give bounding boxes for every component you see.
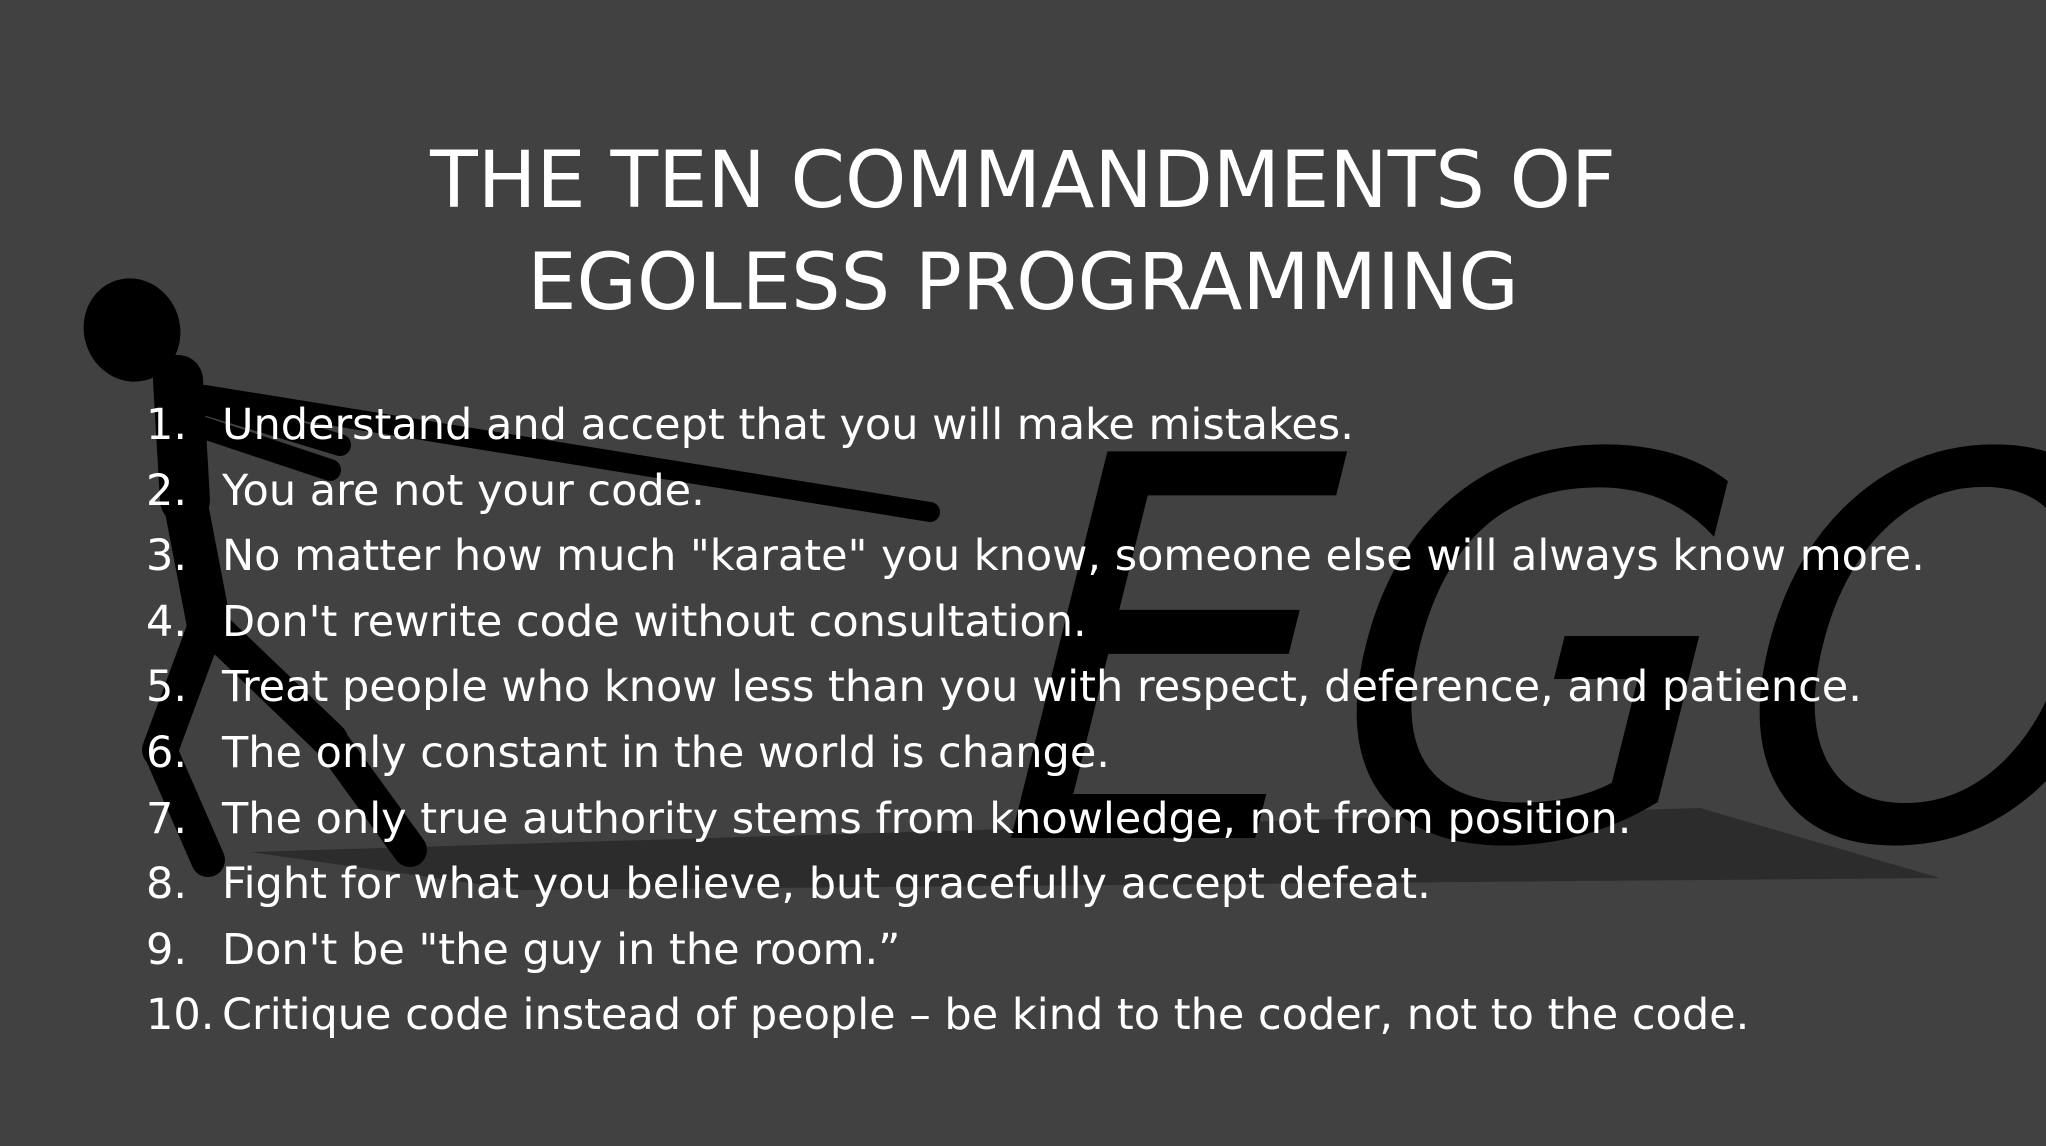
item-number: 2.	[146, 465, 188, 516]
item-text: Fight for what you believe, but graceful…	[222, 859, 1431, 910]
list-item: 6. The only constant in the world is chan…	[146, 721, 2026, 787]
list-item: 4. Don't rewrite code without consultatio…	[146, 590, 2026, 656]
item-number: 4.	[146, 596, 188, 647]
list-item: 1. Understand and accept that you will ma…	[146, 393, 2026, 459]
list-item: 9. Don't be "the guy in the room.”	[146, 918, 2026, 984]
item-text: The only true authority stems from knowl…	[222, 793, 1632, 844]
item-text: Treat people who know less than you with…	[222, 662, 1862, 713]
item-text: The only constant in the world is change…	[222, 727, 1110, 778]
list-item: 7. The only true authority stems from kno…	[146, 787, 2026, 853]
item-text: No matter how much "karate" you know, so…	[222, 531, 1925, 582]
item-number: 9.	[146, 924, 188, 975]
slide: EGO THE TEN COMMANDMENTS OF EGOLESS PROG…	[0, 0, 2046, 1146]
list-item: 3. No matter how much "karate" you know, …	[146, 524, 2026, 590]
item-text: Don't be "the guy in the room.”	[222, 924, 901, 975]
list-item: 8. Fight for what you believe, but gracef…	[146, 852, 2026, 918]
item-number: 3.	[146, 531, 188, 582]
item-text: Understand and accept that you will make…	[222, 400, 1354, 450]
item-number: 7.	[146, 793, 188, 844]
item-number: 8.	[146, 859, 188, 910]
list-item: 2. You are not your code.	[146, 459, 2026, 525]
item-text: You are not your code.	[222, 465, 705, 516]
item-number: 10.	[146, 990, 215, 1041]
list-item: 10. Critique code instead of people – be …	[146, 983, 2026, 1049]
item-text: Don't rewrite code without consultation.	[222, 596, 1087, 647]
item-number: 1.	[146, 400, 188, 450]
slide-title: THE TEN COMMANDMENTS OF EGOLESS PROGRAMM…	[0, 130, 2046, 334]
commandments-list: 1. Understand and accept that you will ma…	[146, 393, 2026, 1049]
item-number: 6.	[146, 727, 188, 778]
item-text: Critique code instead of people – be kin…	[222, 990, 1750, 1041]
item-number: 5.	[146, 662, 188, 713]
title-line-1: THE TEN COMMANDMENTS OF	[430, 136, 1616, 226]
title-line-2: EGOLESS PROGRAMMING	[527, 238, 1519, 328]
list-item: 5. Treat people who know less than you wi…	[146, 655, 2026, 721]
